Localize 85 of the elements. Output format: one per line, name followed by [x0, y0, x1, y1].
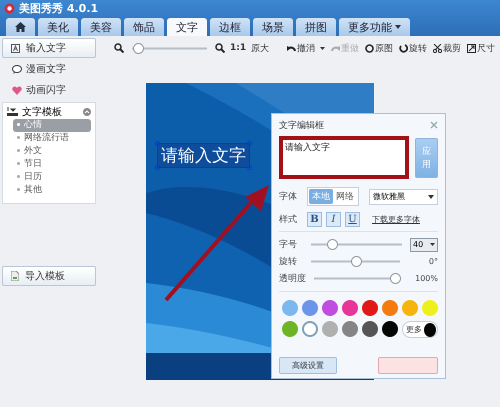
input-text-button[interactable]: 输入文字 [2, 38, 96, 58]
color-swatch[interactable] [302, 300, 318, 316]
text-input-field[interactable]: 请输入文字 [279, 136, 409, 179]
original-button[interactable]: 原图 [364, 42, 394, 54]
caret-icon [395, 25, 401, 29]
dialog-button[interactable] [378, 357, 438, 374]
zoom-in-icon[interactable] [215, 43, 225, 53]
bold-button[interactable]: B [307, 212, 322, 227]
collapse-icon[interactable] [83, 108, 91, 116]
resize-icon [467, 44, 476, 52]
italic-button[interactable]: I [326, 212, 341, 227]
tab[interactable]: 边框 [210, 18, 250, 36]
color-swatch[interactable] [424, 322, 436, 336]
advanced-settings-button[interactable]: 高级设置 [279, 357, 337, 374]
sidebar-item[interactable]: 漫画文字 [2, 60, 96, 78]
more-colors-button[interactable]: 更多 [402, 321, 438, 338]
speech-bubble-icon [12, 64, 22, 74]
tab[interactable]: 美化 [38, 18, 78, 36]
rotate-button[interactable]: 旋转 [398, 42, 428, 54]
font-dropdown[interactable]: 微软雅黑 [369, 188, 438, 204]
caret-icon [320, 46, 325, 50]
undo-button[interactable]: 撤消 [286, 42, 326, 54]
color-swatch[interactable] [322, 321, 338, 337]
heart-icon [12, 86, 22, 94]
template-category[interactable]: 节日 [13, 158, 91, 171]
color-swatch[interactable] [422, 300, 438, 316]
actual-size-button[interactable]: 1:1 原大 [229, 42, 270, 54]
template-heading[interactable]: 文字模板 [22, 105, 79, 119]
canvas-text[interactable]: 请输入文字 [157, 143, 250, 168]
size-dropdown[interactable]: 40 [410, 238, 438, 252]
download-fonts-link[interactable]: 下载更多字体 [372, 214, 420, 225]
sidebar-item[interactable]: 动画闪字 [2, 81, 96, 99]
color-swatch[interactable] [282, 300, 298, 316]
template-category[interactable]: 外文 [13, 145, 91, 158]
font-label: 字体 [279, 190, 298, 203]
color-swatch[interactable] [402, 300, 418, 316]
slider-reading: 100% [414, 274, 438, 283]
underline-button[interactable]: U [345, 212, 360, 227]
color-swatch[interactable] [342, 321, 358, 337]
import-template-button[interactable]: 导入模板 [2, 266, 96, 286]
slider-reading: 0° [428, 257, 438, 266]
text-icon [11, 44, 20, 52]
home-icon [15, 22, 26, 32]
tab[interactable]: 饰品 [124, 18, 164, 36]
slider-thumb[interactable] [327, 239, 338, 250]
style-label: 样式 [279, 214, 298, 226]
color-swatch[interactable] [362, 300, 378, 316]
template-category[interactable]: 其他 [13, 184, 91, 197]
template-category[interactable]: 日历 [13, 171, 91, 184]
tab[interactable]: 更多功能 [339, 18, 410, 36]
slider-thumb[interactable] [133, 42, 144, 54]
color-swatch[interactable] [382, 300, 398, 316]
circle-icon [365, 44, 374, 52]
tab[interactable]: 拼图 [296, 18, 336, 36]
slider-thumb[interactable] [390, 273, 401, 284]
color-swatch[interactable] [282, 321, 298, 337]
font-source-tab[interactable]: 网络 [333, 189, 357, 204]
zoom-out-icon[interactable] [114, 43, 124, 53]
caret-icon [430, 243, 435, 246]
size-button[interactable]: 尺寸 [466, 42, 496, 54]
document-icon [11, 271, 19, 281]
window-title: 美图秀秀 4.0.1 [19, 1, 98, 16]
color-swatch[interactable] [302, 321, 318, 337]
tab[interactable]: 文字 [167, 18, 207, 36]
scissors-icon [433, 44, 442, 52]
tab[interactable]: 场景 [253, 18, 293, 36]
slider-label: 透明度 [279, 272, 306, 285]
crop-button[interactable]: 裁剪 [432, 42, 462, 54]
caret-icon [428, 194, 434, 198]
undo-icon [287, 44, 296, 52]
slider-label: 字号 [279, 238, 298, 251]
color-swatch[interactable] [342, 300, 358, 316]
slider-thumb[interactable] [350, 256, 362, 267]
tab[interactable] [6, 18, 35, 36]
redo-icon [331, 44, 340, 52]
rotate-icon [399, 44, 408, 52]
color-swatch[interactable] [322, 300, 338, 316]
color-swatch[interactable] [382, 321, 398, 337]
close-icon[interactable] [430, 121, 438, 129]
color-swatch[interactable] [362, 321, 378, 337]
template-category[interactable]: 网络流行语 [13, 132, 91, 145]
dialog-title: 文字编辑框 [279, 120, 324, 132]
tab[interactable]: 美容 [81, 18, 121, 36]
app-logo [4, 3, 15, 14]
slider-label: 旋转 [279, 256, 298, 268]
